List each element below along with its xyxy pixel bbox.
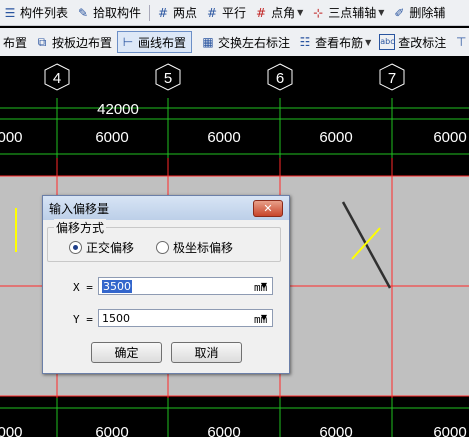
bottom-dimension-text: 6000: [207, 424, 240, 437]
bottom-dimension-text: 6000: [95, 424, 128, 437]
slab-edge-place-button[interactable]: ⧉ 按板边布置: [32, 31, 117, 53]
edit-label-icon: abc: [379, 34, 396, 50]
two-point-axis-button[interactable]: # 两点: [153, 2, 202, 24]
pin-icon: ⊤: [456, 35, 467, 49]
radio-unselected-icon: [156, 241, 169, 254]
total-dimension-text: 42000: [97, 101, 139, 118]
radio-orthogonal-label: 正交偏移: [86, 241, 135, 255]
span-dimension-text: 6000: [207, 129, 240, 146]
parallel-axis-icon: #: [207, 5, 218, 20]
axis-label-4: 4: [53, 70, 61, 87]
three-point-axis-icon: ⊹: [313, 5, 324, 20]
view-rebar-icon: ☷: [299, 35, 311, 49]
axis-label-5: 5: [164, 70, 172, 87]
component-list-button[interactable]: ☰ 构件列表: [0, 2, 73, 24]
span-dimension-text: 000: [0, 129, 23, 146]
main-toolbar: ☰ 构件列表 ✎ 拾取构件 # 两点 # 平行 # 点角 ▼ ⊹ 三点辅轴 ▼ ✐ 删除辅: [0, 0, 469, 26]
edit-label-button[interactable]: abc 查改标注: [376, 31, 451, 53]
three-point-axis-button[interactable]: ⊹ 三点辅轴 ▼: [308, 2, 389, 24]
axis-bubble-6: 6: [267, 63, 293, 91]
offset-mode-label: 偏移方式: [54, 219, 107, 236]
place-button[interactable]: 布置: [0, 31, 32, 53]
span-dimension-text: 6000: [319, 129, 352, 146]
bottom-dimension-text: 6000: [433, 424, 466, 437]
x-field-label: X =: [73, 281, 93, 294]
point-angle-axis-icon: #: [256, 5, 267, 20]
dialog-title-bar[interactable]: 输入偏移量 ✕: [43, 196, 289, 220]
point-angle-axis-button[interactable]: # 点角 ▼: [251, 2, 308, 24]
span-dimension-text: 6000: [433, 129, 466, 146]
y-offset-input[interactable]: 1500 ▼: [98, 309, 273, 327]
x-offset-value: 3500: [102, 280, 132, 293]
radio-selected-icon: [69, 241, 82, 254]
draw-line-icon: ⊢: [122, 35, 134, 49]
view-rebar-button[interactable]: ☷ 查看布筋 ▼: [295, 31, 376, 53]
y-field-label: Y =: [73, 313, 93, 326]
radio-polar-offset[interactable]: 极坐标偏移: [156, 239, 233, 256]
offset-mode-group: 偏移方式 正交偏移 极坐标偏移: [47, 219, 281, 262]
toolbar-separator: [149, 4, 151, 21]
cancel-button[interactable]: 取消: [171, 342, 242, 363]
radio-polar-label: 极坐标偏移: [173, 241, 234, 255]
x-unit-label: mm: [254, 281, 268, 294]
swap-label-button[interactable]: ▦ 交换左右标注: [198, 31, 295, 53]
draw-line-place-button[interactable]: ⊢ 画线布置: [117, 31, 193, 53]
dialog-title: 输入偏移量: [49, 201, 110, 216]
span-dimension-text: 6000: [95, 129, 128, 146]
parallel-axis-button[interactable]: # 平行: [202, 2, 251, 24]
bottom-dimension-text: 6000: [319, 424, 352, 437]
close-button[interactable]: ✕: [253, 200, 283, 217]
delete-axis-icon: ✐: [394, 5, 405, 20]
y-offset-value: 1500: [102, 312, 130, 325]
chevron-down-icon: ▼: [365, 37, 372, 47]
close-icon: ✕: [263, 202, 273, 215]
two-point-axis-icon: #: [158, 5, 169, 20]
pick-component-button[interactable]: ✎ 拾取构件: [73, 2, 146, 24]
y-unit-label: mm: [254, 313, 268, 326]
swap-label-icon: ▦: [202, 35, 214, 49]
pick-icon: ✎: [77, 5, 89, 20]
radio-orthogonal-offset[interactable]: 正交偏移: [69, 239, 134, 256]
ok-button[interactable]: 确定: [91, 342, 162, 363]
slab-edge-icon: ⧉: [37, 35, 47, 49]
bottom-dimension-text: 000: [0, 424, 23, 437]
list-icon: ☰: [4, 5, 16, 20]
axis-label-7: 7: [388, 70, 396, 87]
edit-toolbar: 布置 ⧉ 按板边布置 ⊢ 画线布置 ▦ 交换左右标注 ☷ 查看布筋 ▼ abc 查改标注 ⊤: [0, 28, 469, 57]
axis-bubble-5: 5: [155, 63, 181, 91]
extra-tool-button[interactable]: ⊤: [451, 31, 469, 53]
offset-input-dialog: 输入偏移量 ✕ 偏移方式 正交偏移 极坐标偏移 X = 3500 ▼ mm Y …: [42, 195, 290, 374]
x-offset-input[interactable]: 3500 ▼: [98, 277, 273, 295]
axis-bubble-7: 7: [379, 63, 405, 91]
axis-label-6: 6: [276, 70, 284, 87]
axis-bubble-4: 4: [44, 63, 70, 91]
delete-axis-button[interactable]: ✐ 删除辅: [389, 2, 450, 24]
chevron-down-icon: ▼: [378, 8, 385, 17]
chevron-down-icon: ▼: [297, 8, 304, 17]
